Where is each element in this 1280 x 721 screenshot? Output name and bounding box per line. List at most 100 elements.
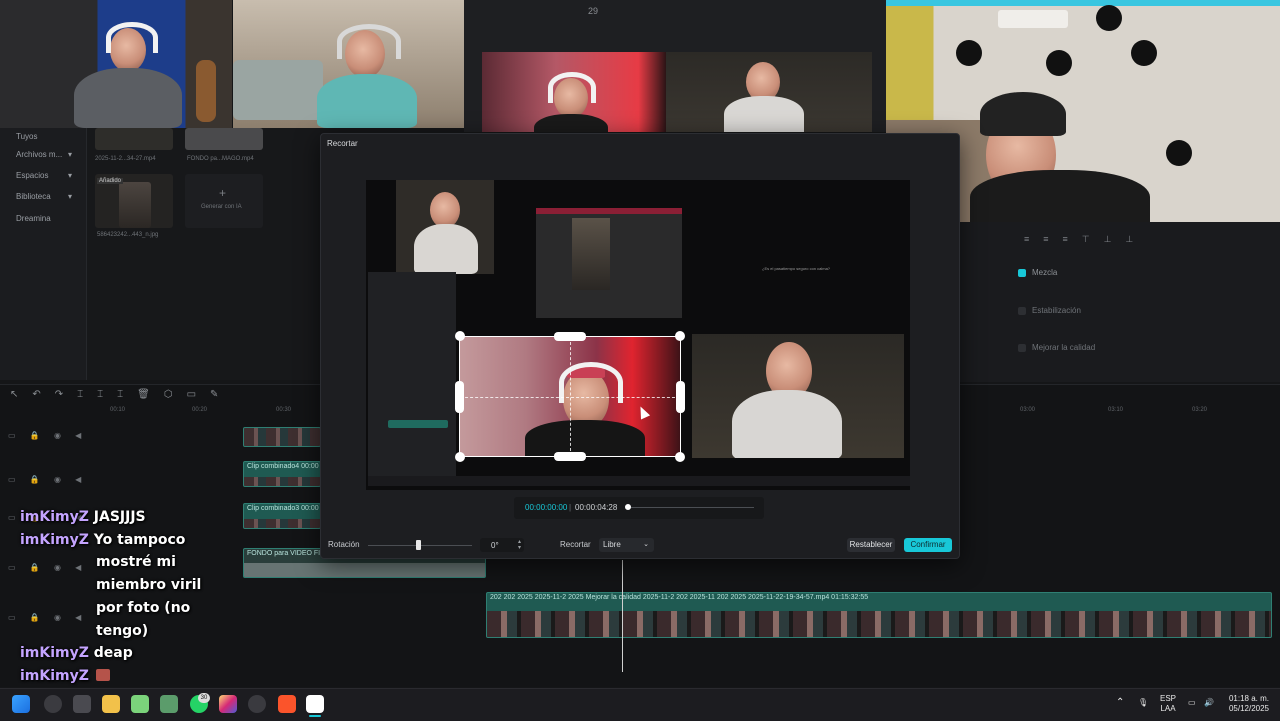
app-icon[interactable] <box>160 695 178 713</box>
chat-emote-icon <box>96 669 110 681</box>
rotation-input[interactable]: 0° ▴ ▾ <box>480 538 524 552</box>
chat-message: por foto (no <box>96 597 190 619</box>
crop-ratio-select[interactable]: Libre ⌄ <box>599 538 654 552</box>
crop-handle-left[interactable] <box>455 381 464 413</box>
reset-button[interactable]: Restablecer <box>847 538 895 552</box>
crop-handle-top[interactable] <box>554 332 586 341</box>
preview-cam-right <box>692 334 904 458</box>
time-current: 00:00:00:00 <box>525 503 568 512</box>
webcam-1 <box>0 0 232 128</box>
playback-track[interactable] <box>628 507 754 508</box>
rotation-slider-knob[interactable] <box>415 540 421 550</box>
chat-message: tengo) <box>96 620 148 642</box>
preview-image <box>536 208 682 318</box>
generate-ai-tile[interactable]: + Generar con IA <box>185 174 263 228</box>
media-icon[interactable] <box>131 695 149 713</box>
media-thumb[interactable] <box>95 128 173 150</box>
media-name: 2025-11-2...34-27.mp4 <box>95 156 156 162</box>
network-icon[interactable]: ▭ <box>1188 698 1196 708</box>
chat-text: tengo) <box>96 623 149 639</box>
crop-handle-right[interactable] <box>676 381 685 413</box>
microphone-icon[interactable]: 🎙 <box>1138 698 1148 708</box>
playback-bar: 00:00:00:00 | 00:00:04:28 <box>514 497 764 519</box>
chat-message: miembro viril <box>96 574 201 596</box>
crop-handle-bottom-right[interactable] <box>675 452 685 462</box>
capcut-icon[interactable] <box>306 695 324 713</box>
added-badge: Añadido <box>97 178 124 184</box>
generate-ai-label: Generar con IA <box>201 204 242 210</box>
chat-text: deap <box>93 645 133 661</box>
crop-frame[interactable] <box>459 336 681 457</box>
timeline-toolbar: ↖↶↷⌶⌶⌶🗑⬡▭✎ <box>10 389 233 400</box>
track-controls[interactable]: ▭ 🔒 ◉ ◀ <box>8 475 87 484</box>
chevron-down-icon: ⌄ <box>643 541 649 548</box>
chat-username: imKimyZ <box>20 532 89 548</box>
webcam-2 <box>233 0 464 128</box>
media-thumb[interactable] <box>185 128 263 150</box>
top-preview-pink <box>482 52 666 132</box>
timeline-playhead[interactable] <box>622 560 623 672</box>
track-controls[interactable]: ▭ 🔒 ◉ ◀ <box>8 431 87 440</box>
toggle-label: Mejorar la calidad <box>1032 343 1096 352</box>
tray-chevron-icon[interactable]: ⌃ <box>1116 698 1124 708</box>
chat-text: por foto (no <box>96 600 191 616</box>
timeline-main-clip[interactable]: 202 202 2025 2025-11-2 2025 Mejorar la c… <box>486 592 1272 638</box>
library-item-biblioteca[interactable]: Biblioteca ▾ <box>8 188 80 206</box>
crop-handle-top-left[interactable] <box>455 331 465 341</box>
search-icon[interactable] <box>44 695 62 713</box>
preview-cam-top <box>396 180 494 274</box>
crop-handle-bottom-left[interactable] <box>455 452 465 462</box>
timeline-clip[interactable]: Clip combinado3 00:00 <box>243 503 321 529</box>
chat-username: imKimyZ <box>20 668 89 684</box>
clock[interactable]: 01:18 a. m. 05/12/2025 <box>1222 694 1276 714</box>
timeline-clip[interactable] <box>243 427 321 447</box>
instagram-icon[interactable] <box>219 695 237 713</box>
chat-text: Yo tampoco <box>93 532 186 548</box>
preview-taskbar <box>368 476 910 486</box>
confirm-button[interactable]: Confirmar <box>904 538 952 552</box>
chatgpt-icon[interactable] <box>248 695 266 713</box>
toggle-estabilizacion[interactable]: Estabilización <box>1018 306 1081 315</box>
align-toolbar: ≡≡≡⊤⊥⊥ <box>1024 234 1148 244</box>
timeline-clip[interactable]: Clip combinado4 00:00 <box>243 461 321 487</box>
crop-handle-top-right[interactable] <box>675 331 685 341</box>
library-item-dreamina[interactable]: Dreamina <box>8 210 80 228</box>
crop-label: Recortar <box>560 540 591 549</box>
active-app-indicator <box>309 715 321 717</box>
chat-text: JASJJJS <box>93 509 146 525</box>
crop-handle-bottom[interactable] <box>554 452 586 461</box>
rotation-value: 0° <box>491 541 499 550</box>
chat-message: imKimyZ <box>20 665 89 687</box>
volume-icon[interactable]: 🔊 <box>1204 698 1214 708</box>
time-total: 00:00:04:28 <box>575 503 618 512</box>
toggle-mezcla[interactable]: Mezcla <box>1018 268 1057 277</box>
toggle-label: Mezcla <box>1032 268 1058 277</box>
chat-username: imKimyZ <box>20 509 89 525</box>
top-preview-room <box>666 52 872 132</box>
chevron-down-icon: ▾ <box>67 192 72 201</box>
track-controls[interactable]: ▭ 🔒 ◉ ◀ <box>8 613 87 622</box>
brave-icon[interactable] <box>278 695 296 713</box>
library-item-tuyos[interactable]: Tuyos <box>8 128 80 146</box>
library-item-espacios[interactable]: Espacios ▾ <box>8 167 80 185</box>
windows-icon[interactable] <box>12 695 30 713</box>
track-controls[interactable]: ▭ 🔒 ◉ ◀ <box>8 563 87 572</box>
editor-top-area: 29 <box>464 0 888 132</box>
notification-badge: 30 <box>198 693 210 703</box>
properties-panel: ≡≡≡⊤⊥⊥ Mezcla Estabilización Mejorar la … <box>958 222 1280 382</box>
chat-username: imKimyZ <box>20 645 89 661</box>
explorer-icon[interactable] <box>102 695 120 713</box>
library-panel: Tuyos Archivos m... ▾ Espacios ▾ Bibliotec… <box>0 128 87 380</box>
chevron-down-icon: ▾ <box>67 171 72 180</box>
chat-text: miembro viril <box>96 577 202 593</box>
library-item-archivos[interactable]: Archivos m... ▾ <box>8 146 80 164</box>
dialog-title: Recortar <box>327 139 358 148</box>
playback-scrubber[interactable] <box>625 504 631 510</box>
preview-side-ui <box>368 272 456 477</box>
language-indicator[interactable]: ESP LAA <box>1156 694 1180 714</box>
taskview-icon[interactable] <box>73 695 91 713</box>
toggle-mejorar-calidad[interactable]: Mejorar la calidad <box>1018 343 1095 352</box>
chat-message: imKimyZ deap <box>20 642 133 664</box>
preview-popup-text: ¿Es el pasatiempo seguro con calma? <box>762 266 831 271</box>
stepper-icon[interactable]: ▴ ▾ <box>518 539 521 551</box>
